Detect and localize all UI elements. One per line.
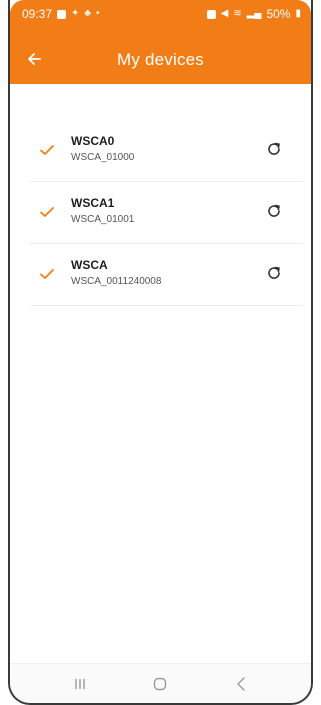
back-icon[interactable] [221,669,261,699]
signal-icon: ▂▄ [246,8,262,19]
device-name: WSCA1 [71,196,115,210]
recents-icon[interactable] [60,669,100,699]
refresh-icon[interactable] [263,138,285,160]
refresh-icon[interactable] [263,262,285,284]
list-item[interactable]: WSCA WSCA_0011240008 [30,244,303,306]
gallery-notification-icon [57,9,67,19]
notification-icon: ✦ [71,8,80,19]
check-icon [38,203,56,221]
dot-icon: • [95,8,100,19]
status-left: 09:37 ✦ ♣ • [22,7,100,21]
status-right: ◀ ≋ ▂▄ 50% ▮ [206,7,301,21]
device-name: WSCA0 [71,134,115,148]
phone-frame: 09:37 ✦ ♣ • ◀ ≋ ▂▄ 50% ▮ My devices WSCA… [0,0,321,705]
list-item[interactable]: WSCA1 WSCA_01001 [30,182,303,244]
device-screen: 09:37 ✦ ♣ • ◀ ≋ ▂▄ 50% ▮ My devices WSCA… [8,0,313,705]
status-bar: 09:37 ✦ ♣ • ◀ ≋ ▂▄ 50% ▮ [10,0,311,28]
refresh-icon[interactable] [263,200,285,222]
sim-icon [206,9,216,19]
app-bar: 09:37 ✦ ♣ • ◀ ≋ ▂▄ 50% ▮ My devices [10,0,311,84]
title-bar: My devices [10,42,311,76]
system-nav-bar [10,663,311,703]
paypal-icon: ♣ [84,8,91,19]
list-item[interactable]: WSCA0 WSCA_01000 [30,120,303,182]
wifi-icon: ≋ [233,8,242,19]
home-icon[interactable] [140,669,180,699]
device-list: WSCA0 WSCA_01000 WSCA1 WSCA_01001 WSCA W… [30,120,303,306]
page-title: My devices [116,50,205,69]
device-id: WSCA_01000 [71,152,135,163]
battery-icon: ▮ [295,8,301,19]
battery-level: 50% [266,7,291,21]
check-icon [38,141,56,159]
device-id: WSCA_01001 [71,214,135,225]
check-icon [38,265,56,283]
device-name: WSCA [71,258,108,272]
mute-icon: ◀ [220,8,229,19]
status-time: 09:37 [22,7,53,21]
device-id: WSCA_0011240008 [71,276,162,287]
